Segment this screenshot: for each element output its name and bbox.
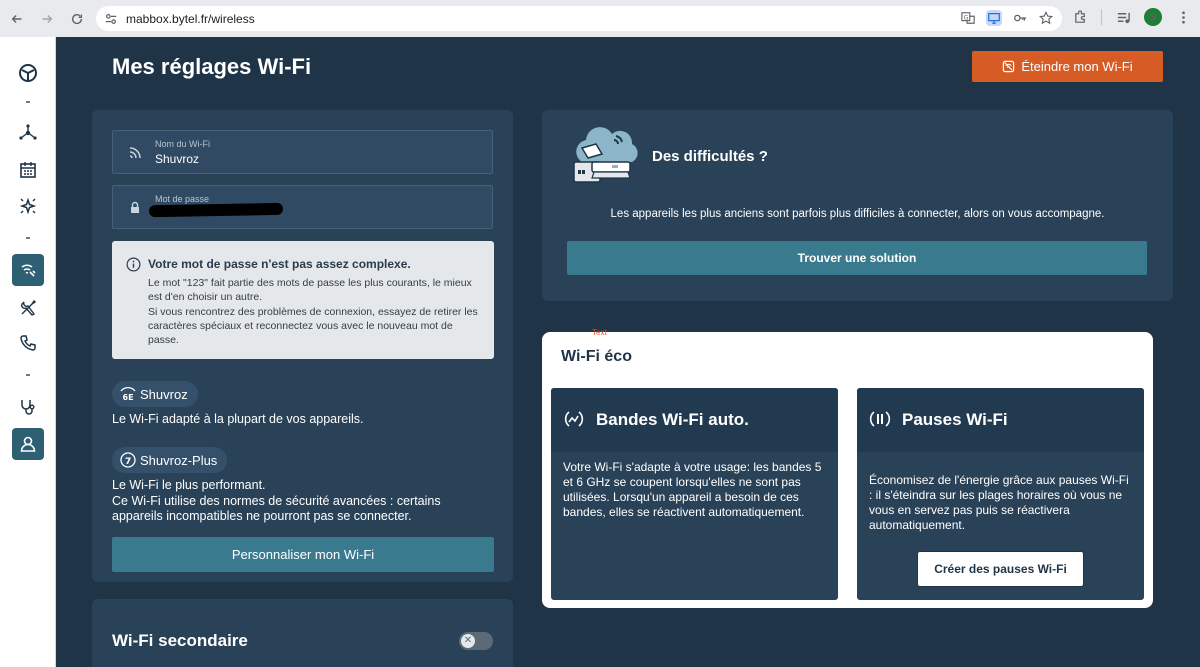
wifi-7-icon: 7 [120,452,136,468]
alert-line-2: Si vous rencontrez des problèmes de conn… [148,305,478,347]
wifi-eco-card: Text Wi-Fi éco Bandes Wi-Fi auto. Votre … [542,328,1153,608]
auto-bands-card: Bandes Wi-Fi auto. Votre Wi-Fi s'adapte … [551,388,838,600]
auto-bands-body: Votre Wi-Fi s'adapte à votre usage: les … [563,460,822,519]
bouygues-logo-icon[interactable] [12,57,44,89]
wifi-name-value: Shuvroz [155,152,200,166]
turn-off-wifi-label: Éteindre mon Wi-Fi [1021,59,1133,74]
wifi-eco-title: Wi-Fi éco [561,348,632,365]
bookmark-star-icon[interactable] [1038,10,1054,26]
password-label: Mot de passe [155,194,210,204]
password-warning-alert: Votre mot de passe n'est pas assez compl… [112,241,494,359]
sidebar-separator [26,374,30,376]
sparkle-icon[interactable] [12,190,44,222]
password-field[interactable]: Mot de passe [112,185,493,229]
toggle-off-icon: ✕ [461,634,475,648]
network-badge-shuvroz-plus: 7 Shuvroz-Plus [112,447,228,473]
phone-icon[interactable] [12,327,44,359]
debug-text-tag: Text [592,328,607,337]
network-description-shuvroz: Le Wi-Fi adapté à la plupart de vos appa… [112,412,364,426]
turn-off-wifi-button[interactable]: Éteindre mon Wi-Fi [972,51,1163,82]
network-icon[interactable] [12,117,44,149]
extensions-icon[interactable] [1071,8,1089,26]
svg-text:6E: 6E [123,393,134,402]
alert-title: Votre mot de passe n'est pas assez compl… [148,257,411,271]
customize-wifi-button[interactable]: Personnaliser mon Wi-Fi [112,537,494,572]
alert-line-1: Le mot "123" fait partie des mots de pas… [148,277,472,304]
secondary-wifi-toggle[interactable]: ✕ [459,632,493,650]
translate-icon[interactable]: G [960,10,976,26]
calendar-icon[interactable] [12,154,44,186]
wifi-pauses-header: Pauses Wi-Fi [857,388,1144,452]
wifi-name-label: Nom du Wi-Fi [155,139,211,149]
browser-toolbar: mabbox.bytel.fr/wireless G S [0,0,1200,37]
wifi-pauses-body: Économisez de l'énergie grâce aux pauses… [869,473,1129,532]
wifi-pauses-title: Pauses Wi-Fi [902,410,1008,429]
profile-avatar[interactable]: S [1144,8,1162,26]
difficulties-card: Des difficultés ? Les appareils les plus… [542,110,1173,301]
url-text: mabbox.bytel.fr/wireless [126,11,255,26]
secondary-wifi-card: Wi-Fi secondaire ✕ [92,599,513,667]
sidebar-separator [26,237,30,239]
browser-menu-icon[interactable] [1174,8,1192,26]
wifi-off-icon [1003,60,1015,73]
password-redaction [148,202,284,218]
auto-bands-header: Bandes Wi-Fi auto. [551,388,838,452]
address-bar[interactable]: mabbox.bytel.fr/wireless G [96,6,1062,31]
divider [1101,9,1102,25]
svg-text:G: G [964,14,969,21]
tools-icon[interactable] [12,292,44,324]
forward-arrow-icon[interactable] [34,6,60,32]
router-illustration-icon [573,127,638,183]
difficulties-description: Les appareils les plus anciens sont parf… [610,208,1105,220]
info-icon [126,257,141,272]
find-solution-button[interactable]: Trouver une solution [567,241,1147,275]
svg-text:7: 7 [125,457,131,467]
secondary-wifi-title: Wi-Fi secondaire [112,631,248,650]
back-arrow-icon[interactable] [4,6,30,32]
sidebar-separator [26,101,30,103]
site-settings-icon[interactable] [104,12,118,26]
network-description-shuvroz-plus: Le Wi-Fi le plus performant. Ce Wi-Fi ut… [112,478,482,525]
cast-icon[interactable] [986,10,1002,26]
wifi-pause-icon [869,411,891,427]
sidebar [0,37,56,667]
create-pauses-button[interactable]: Créer des pauses Wi-Fi [917,551,1084,587]
page-title: Mes réglages Wi-Fi [112,54,312,79]
reload-icon[interactable] [64,6,90,32]
wifi-settings-icon[interactable] [12,254,44,286]
network-badge-shuvroz: 6E Shuvroz [112,381,198,407]
stethoscope-icon[interactable] [12,391,44,423]
media-queue-icon[interactable] [1114,8,1132,26]
wifi-name-field[interactable]: Nom du Wi-Fi Shuvroz [112,130,493,174]
lock-icon [127,200,143,216]
difficulties-title: Des difficultés ? [652,148,768,165]
alert-body: Le mot "123" fait partie des mots de pas… [148,276,478,347]
network-plus-line-1: Le Wi-Fi le plus performant. [112,478,266,492]
wifi-signal-icon [127,145,143,161]
auto-bands-icon [564,411,584,427]
account-icon[interactable] [12,428,44,460]
password-key-icon[interactable] [1012,10,1028,26]
wifi-settings-card: Nom du Wi-Fi Shuvroz Mot de passe Votre … [92,110,513,582]
auto-bands-title: Bandes Wi-Fi auto. [596,410,749,429]
wifi-6e-icon: 6E [120,387,136,402]
network-name-shuvroz-plus: Shuvroz-Plus [140,452,218,468]
wifi-pauses-card: Pauses Wi-Fi Économisez de l'énergie grâ… [857,388,1144,600]
network-name-shuvroz: Shuvroz [140,386,188,402]
network-plus-line-2: Ce Wi-Fi utilise des normes de sécurité … [112,493,441,524]
